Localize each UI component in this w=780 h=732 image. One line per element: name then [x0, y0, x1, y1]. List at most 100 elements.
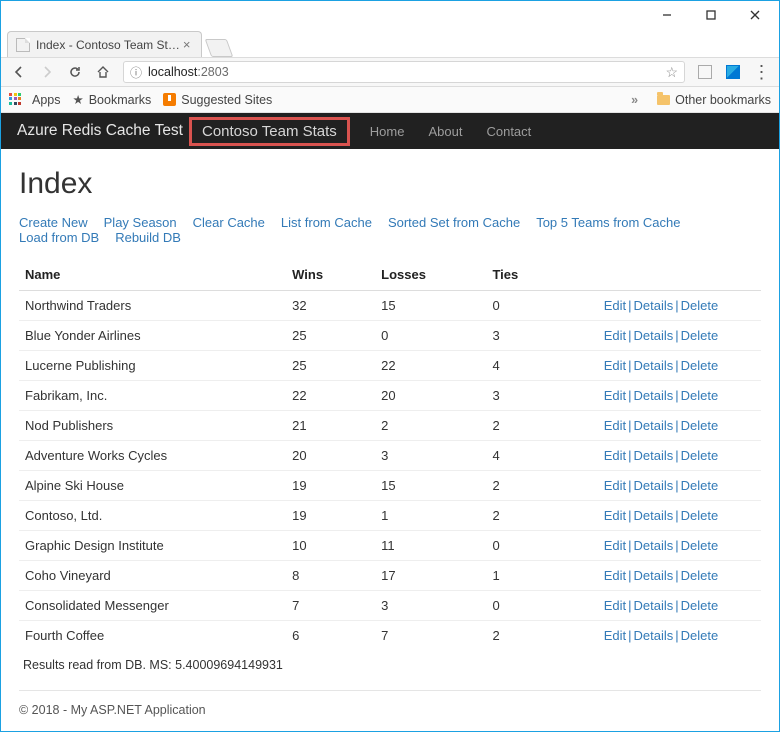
home-button[interactable] — [91, 60, 115, 84]
row-delete-link[interactable]: Delete — [681, 328, 719, 343]
nav-link-home[interactable]: Home — [360, 124, 415, 139]
row-edit-link[interactable]: Edit — [604, 358, 626, 373]
row-delete-link[interactable]: Delete — [681, 298, 719, 313]
row-edit-link[interactable]: Edit — [604, 418, 626, 433]
forward-button[interactable] — [35, 60, 59, 84]
row-edit-link[interactable]: Edit — [604, 568, 626, 583]
cell-wins: 19 — [286, 501, 375, 531]
row-edit-link[interactable]: Edit — [604, 538, 626, 553]
row-edit-link[interactable]: Edit — [604, 448, 626, 463]
cell-losses: 15 — [375, 291, 486, 321]
cell-wins: 6 — [286, 621, 375, 651]
table-row: Adventure Works Cycles2034Edit|Details|D… — [19, 441, 761, 471]
window-titlebar — [1, 1, 779, 29]
action-link[interactable]: Load from DB — [19, 230, 99, 245]
nav-link-contact[interactable]: Contact — [476, 124, 541, 139]
back-button[interactable] — [7, 60, 31, 84]
action-link[interactable]: Play Season — [104, 215, 177, 230]
row-details-link[interactable]: Details — [634, 358, 674, 373]
cell-wins: 25 — [286, 351, 375, 381]
row-details-link[interactable]: Details — [634, 448, 674, 463]
row-details-link[interactable]: Details — [634, 328, 674, 343]
page-viewport: Azure Redis Cache Test Contoso Team Stat… — [1, 113, 779, 731]
window-maximize-button[interactable] — [689, 1, 733, 29]
cell-actions: Edit|Details|Delete — [598, 591, 761, 621]
row-edit-link[interactable]: Edit — [604, 628, 626, 643]
site-info-icon[interactable]: ⓘ — [130, 64, 142, 81]
tab-close-button[interactable]: × — [180, 37, 194, 52]
cell-ties: 3 — [486, 381, 597, 411]
row-edit-link[interactable]: Edit — [604, 478, 626, 493]
row-edit-link[interactable]: Edit — [604, 508, 626, 523]
row-edit-link[interactable]: Edit — [604, 328, 626, 343]
apps-shortcut[interactable]: Apps — [9, 93, 61, 107]
row-details-link[interactable]: Details — [634, 598, 674, 613]
cell-wins: 20 — [286, 441, 375, 471]
other-bookmarks-folder[interactable]: Other bookmarks — [657, 93, 771, 107]
row-edit-link[interactable]: Edit — [604, 298, 626, 313]
action-link[interactable]: List from Cache — [281, 215, 372, 230]
cell-actions: Edit|Details|Delete — [598, 381, 761, 411]
cell-name: Consolidated Messenger — [19, 591, 286, 621]
row-edit-link[interactable]: Edit — [604, 598, 626, 613]
cell-actions: Edit|Details|Delete — [598, 291, 761, 321]
row-delete-link[interactable]: Delete — [681, 418, 719, 433]
action-link[interactable]: Clear Cache — [193, 215, 265, 230]
row-details-link[interactable]: Details — [634, 628, 674, 643]
window-minimize-button[interactable] — [645, 1, 689, 29]
row-details-link[interactable]: Details — [634, 298, 674, 313]
action-link[interactable]: Sorted Set from Cache — [388, 215, 520, 230]
row-details-link[interactable]: Details — [634, 388, 674, 403]
row-delete-link[interactable]: Delete — [681, 448, 719, 463]
suggested-sites-link[interactable]: Suggested Sites — [163, 93, 272, 107]
cell-name: Contoso, Ltd. — [19, 501, 286, 531]
site-navbar-highlight[interactable]: Contoso Team Stats — [189, 117, 350, 146]
reload-button[interactable] — [63, 60, 87, 84]
cell-losses: 7 — [375, 621, 486, 651]
cell-ties: 0 — [486, 291, 597, 321]
page-title: Index — [19, 167, 761, 201]
extension-slot-1[interactable] — [693, 60, 717, 84]
action-link[interactable]: Create New — [19, 215, 88, 230]
row-delete-link[interactable]: Delete — [681, 508, 719, 523]
row-delete-link[interactable]: Delete — [681, 388, 719, 403]
cell-ties: 4 — [486, 441, 597, 471]
cell-name: Alpine Ski House — [19, 471, 286, 501]
cell-wins: 25 — [286, 321, 375, 351]
table-row: Fabrikam, Inc.22203Edit|Details|Delete — [19, 381, 761, 411]
row-delete-link[interactable]: Delete — [681, 478, 719, 493]
browser-tab[interactable]: Index - Contoso Team St… × — [7, 31, 202, 57]
row-edit-link[interactable]: Edit — [604, 388, 626, 403]
page-favicon-icon — [16, 38, 30, 52]
row-details-link[interactable]: Details — [634, 538, 674, 553]
new-tab-button[interactable] — [205, 39, 234, 57]
bookmarks-folder[interactable]: ★ Bookmarks — [73, 92, 152, 107]
row-delete-link[interactable]: Delete — [681, 568, 719, 583]
row-details-link[interactable]: Details — [634, 508, 674, 523]
row-delete-link[interactable]: Delete — [681, 598, 719, 613]
row-delete-link[interactable]: Delete — [681, 628, 719, 643]
row-delete-link[interactable]: Delete — [681, 538, 719, 553]
row-details-link[interactable]: Details — [634, 418, 674, 433]
cell-ties: 4 — [486, 351, 597, 381]
page-footer: © 2018 - My ASP.NET Application — [19, 690, 761, 717]
bookmark-star-icon[interactable]: ☆ — [665, 64, 678, 81]
window-close-button[interactable] — [733, 1, 777, 29]
nav-link-about[interactable]: About — [418, 124, 472, 139]
cell-ties: 2 — [486, 411, 597, 441]
row-delete-link[interactable]: Delete — [681, 358, 719, 373]
site-brand[interactable]: Azure Redis Cache Test — [17, 122, 183, 140]
browser-menu-button[interactable]: ⋮ — [749, 60, 773, 84]
browser-tabstrip: Index - Contoso Team St… × — [1, 29, 779, 57]
col-wins: Wins — [286, 259, 375, 291]
row-details-link[interactable]: Details — [634, 568, 674, 583]
action-link[interactable]: Top 5 Teams from Cache — [536, 215, 680, 230]
row-details-link[interactable]: Details — [634, 478, 674, 493]
address-bar[interactable]: ⓘ localhost:2803 ☆ — [123, 61, 685, 83]
bookmarks-overflow-button[interactable]: » — [631, 93, 635, 107]
extension-slot-2[interactable] — [721, 60, 745, 84]
cell-wins: 8 — [286, 561, 375, 591]
action-link[interactable]: Rebuild DB — [115, 230, 181, 245]
other-bookmarks-label: Other bookmarks — [675, 93, 771, 107]
browser-toolbar: ⓘ localhost:2803 ☆ ⋮ — [1, 57, 779, 87]
